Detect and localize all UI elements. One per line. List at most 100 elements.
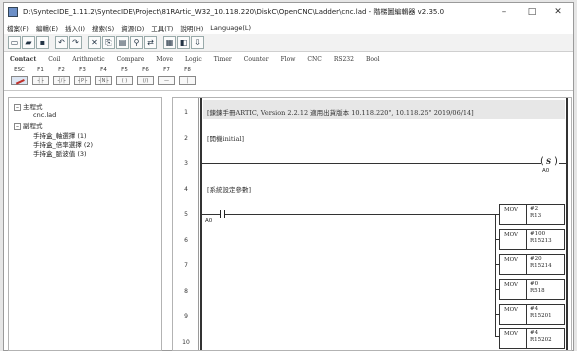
fkey-f8[interactable]: F8 │ bbox=[179, 67, 196, 89]
nc-contact-icon: ┤/├ bbox=[53, 76, 70, 85]
window-title: D:\SyntecIDE_1.11.2\SyntecIDE\Project\81… bbox=[23, 8, 445, 16]
branch-line bbox=[495, 214, 496, 336]
tab-rs232[interactable]: RS232 bbox=[334, 56, 354, 63]
fkey-f1[interactable]: F1 ┤├ bbox=[32, 67, 49, 89]
monitor-icon[interactable]: ◧ bbox=[177, 36, 190, 49]
tab-counter[interactable]: Counter bbox=[244, 56, 269, 63]
menu-help[interactable]: 說明(H) bbox=[180, 23, 203, 33]
rung-number: 6 bbox=[184, 237, 188, 244]
close-button[interactable]: ✕ bbox=[547, 5, 569, 19]
maximize-button[interactable]: □ bbox=[521, 5, 543, 19]
menu-edit[interactable]: 編輯(E) bbox=[36, 23, 58, 33]
rung-wire bbox=[202, 163, 541, 164]
menu-file[interactable]: 檔案(F) bbox=[7, 23, 29, 33]
collapse-icon[interactable]: – bbox=[14, 103, 21, 111]
tab-arithmetic[interactable]: Arithmetic bbox=[72, 56, 104, 63]
tree-item-subprogram[interactable]: 手持盒_脈波值 (3) bbox=[33, 148, 87, 158]
set-coil[interactable]: ( bbox=[540, 156, 544, 167]
mov-function-block[interactable]: MOV #0 R518 bbox=[499, 279, 565, 300]
right-power-rail bbox=[566, 98, 568, 350]
rung-wire bbox=[202, 214, 220, 215]
new-file-icon[interactable]: ▭ bbox=[8, 36, 21, 49]
fkey-f7[interactable]: F7 — bbox=[158, 67, 175, 89]
rung-number: 10 bbox=[182, 339, 190, 346]
tab-contact[interactable]: Contact bbox=[10, 56, 36, 63]
fkey-f3[interactable]: F3 ┤P├ bbox=[74, 67, 91, 89]
menu-tools[interactable]: 工具(T) bbox=[151, 23, 173, 33]
tree-sub-program[interactable]: – 副程式 bbox=[14, 120, 43, 130]
cut-icon[interactable]: ✕ bbox=[88, 36, 101, 49]
open-folder-icon[interactable]: ▰ bbox=[22, 36, 35, 49]
rung-wire bbox=[495, 239, 499, 240]
find-icon[interactable]: ⚲ bbox=[130, 36, 143, 49]
paste-icon[interactable]: ▤ bbox=[116, 36, 129, 49]
menu-search[interactable]: 搜索(S) bbox=[92, 23, 114, 33]
minimize-button[interactable]: – bbox=[493, 5, 515, 19]
fkey-f2[interactable]: F2 ┤/├ bbox=[53, 67, 70, 89]
copy-icon[interactable]: ⎘ bbox=[102, 36, 115, 49]
rung-number: 2 bbox=[184, 135, 188, 142]
coil-device-label: A0 bbox=[542, 168, 550, 174]
tree-item-cnc-lad[interactable]: cnc.lad bbox=[33, 111, 56, 119]
tab-timer[interactable]: Timer bbox=[214, 56, 232, 63]
rung-number: 4 bbox=[184, 186, 188, 193]
mov-function-block[interactable]: MOV #2 R13 bbox=[499, 204, 565, 225]
fkey-esc[interactable]: ESC bbox=[11, 67, 28, 89]
tab-cnc[interactable]: CNC bbox=[307, 56, 321, 63]
rung-wire bbox=[495, 264, 499, 265]
rung-comment[interactable]: [鍊鍊手冊ARTIC, Version 2.2.12 適用出貨版本 10.118… bbox=[207, 107, 474, 117]
rung-comment[interactable]: [系統設定參數] bbox=[207, 184, 251, 194]
mov-function-block[interactable]: MOV #100 R15213 bbox=[499, 229, 565, 250]
mov-function-block[interactable]: MOV #4 R15202 bbox=[499, 328, 565, 349]
contact-device-label: A0 bbox=[205, 218, 213, 224]
rung-number: 5 bbox=[184, 211, 188, 218]
rung-number-column: 1 2 3 4 5 6 7 8 9 10 bbox=[173, 98, 199, 350]
download-icon[interactable]: ⇩ bbox=[191, 36, 204, 49]
rising-edge-icon: ┤P├ bbox=[74, 76, 91, 85]
rung-number: 3 bbox=[184, 160, 188, 167]
replace-icon[interactable]: ⇄ bbox=[144, 36, 157, 49]
ladder-editor[interactable]: 1 2 3 4 5 6 7 8 9 10 [鍊鍊手冊ARTIC, Version… bbox=[172, 97, 572, 351]
fkey-f5[interactable]: F5 ( ) bbox=[116, 67, 133, 89]
redo-icon[interactable]: ↷ bbox=[69, 36, 82, 49]
rung-wire bbox=[495, 289, 499, 290]
tree-main-program[interactable]: – 主程式 bbox=[14, 101, 43, 111]
save-icon[interactable]: ▪ bbox=[36, 36, 49, 49]
ladder-editor-window: D:\SyntecIDE_1.11.2\SyntecIDE\Project\81… bbox=[3, 2, 574, 351]
contact-icon[interactable] bbox=[220, 210, 221, 218]
menu-resource[interactable]: 資源(D) bbox=[121, 23, 144, 33]
collapse-icon[interactable]: – bbox=[14, 122, 21, 130]
menu-bar: 檔案(F) 編輯(E) 插入(I) 搜索(S) 資源(D) 工具(T) 說明(H… bbox=[4, 21, 573, 34]
rung-wire bbox=[495, 314, 499, 315]
program-tree: – 主程式 cnc.lad – 副程式 手持盒_軸選擇 (1) 手持盒_倍率選擇 (… bbox=[8, 97, 162, 351]
instruction-tabs: Contact Coil Arithmetic Compare Move Log… bbox=[4, 53, 573, 65]
menu-language[interactable]: Language(L) bbox=[210, 24, 251, 32]
falling-edge-icon: ┤N├ bbox=[95, 76, 112, 85]
mov-function-block[interactable]: MOV #4 R15201 bbox=[499, 304, 565, 325]
rung-wire bbox=[225, 214, 499, 215]
rung-wire bbox=[559, 163, 566, 164]
rung-number: 7 bbox=[184, 262, 188, 269]
undo-icon[interactable]: ↶ bbox=[55, 36, 68, 49]
tab-bool[interactable]: Bool bbox=[366, 56, 380, 63]
tab-move[interactable]: Move bbox=[156, 56, 173, 63]
set-coil[interactable]: ) bbox=[554, 156, 558, 167]
coil-icon: ( ) bbox=[116, 76, 133, 85]
toolbar: ▭ ▰ ▪ ↶ ↷ ✕ ⎘ ▤ ⚲ ⇄ ▦ ◧ ⇩ bbox=[4, 34, 573, 52]
tab-compare[interactable]: Compare bbox=[117, 56, 145, 63]
fkey-f4[interactable]: F4 ┤N├ bbox=[95, 67, 112, 89]
title-bar: D:\SyntecIDE_1.11.2\SyntecIDE\Project\81… bbox=[4, 3, 573, 21]
inverted-coil-icon: (/) bbox=[137, 76, 154, 85]
tab-logic[interactable]: Logic bbox=[185, 56, 202, 63]
fkey-f6[interactable]: F6 (/) bbox=[137, 67, 154, 89]
tab-flow[interactable]: Flow bbox=[281, 56, 296, 63]
mov-function-block[interactable]: MOV #20 R15214 bbox=[499, 254, 565, 275]
rung-number: 9 bbox=[184, 313, 188, 320]
compile-icon[interactable]: ▦ bbox=[163, 36, 176, 49]
no-contact-icon: ┤├ bbox=[32, 76, 49, 85]
rung-comment[interactable]: [開機initial] bbox=[207, 133, 244, 143]
rung-wire bbox=[495, 336, 499, 337]
menu-insert[interactable]: 插入(I) bbox=[65, 23, 85, 33]
tab-coil[interactable]: Coil bbox=[48, 56, 60, 63]
app-icon bbox=[8, 7, 18, 17]
